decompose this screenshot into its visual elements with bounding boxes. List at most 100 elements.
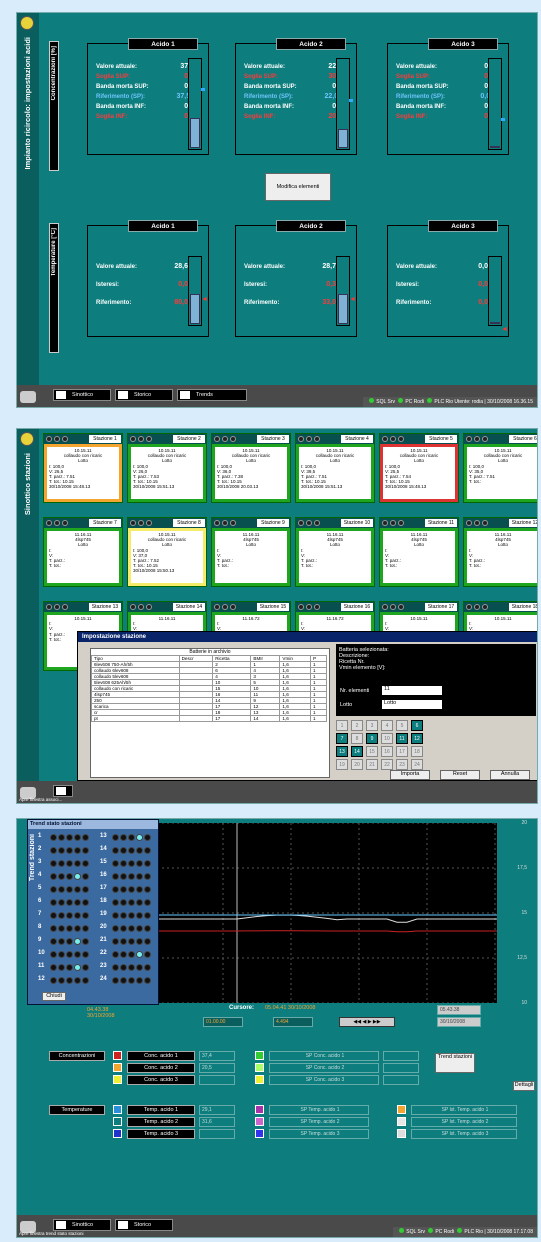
series-toggle-checkbox[interactable] <box>113 1129 122 1138</box>
element-number-button[interactable]: 4 <box>381 720 393 731</box>
element-number-button[interactable]: 9 <box>366 733 378 744</box>
station-card[interactable]: Stazione 8 10.15.11 collaudo con ricaric… <box>127 517 207 587</box>
sp-toggle-checkbox[interactable] <box>255 1075 264 1084</box>
element-number-button[interactable]: 7 <box>336 733 348 744</box>
station-card[interactable]: Stazione 10 11.16.11 4lsp745 Lotto I: V:… <box>295 517 375 587</box>
sp-toggle-checkbox[interactable] <box>255 1129 264 1138</box>
element-number-button[interactable]: 13 <box>336 746 348 757</box>
trend-station-row[interactable]: 5 <box>38 884 96 895</box>
element-number-button[interactable]: 2 <box>351 720 363 731</box>
element-number-button[interactable]: 24 <box>411 759 423 770</box>
battery-table[interactable]: Tipo Descr Ricetta BMIr Vmin P 6lev608 750-Ah/… <box>91 655 328 722</box>
element-number-button[interactable]: 6 <box>411 720 423 731</box>
trend-station-row[interactable]: 6 <box>38 897 96 908</box>
chiudi-button[interactable]: Chiudi <box>42 992 66 1001</box>
trend-station-row[interactable]: 22 <box>100 949 158 960</box>
station-card[interactable]: Stazione 4 10.15.11 collaudo con ricaric… <box>295 433 375 503</box>
element-number-button[interactable]: 3 <box>366 720 378 731</box>
sp-toggle-checkbox[interactable] <box>255 1105 264 1114</box>
zoom-field[interactable]: 4.494 <box>273 1017 313 1027</box>
lotto-input[interactable]: Lotto <box>382 700 442 709</box>
station-name[interactable]: Stazione 1 <box>89 435 121 443</box>
station-card[interactable]: Stazione 2 10.15.11 collaudo con ricaric… <box>127 433 207 503</box>
trend-station-row[interactable]: 4 <box>38 871 96 882</box>
element-number-button[interactable]: 16 <box>381 746 393 757</box>
station-name[interactable]: Stazione 9 <box>257 519 289 527</box>
station-name[interactable]: Stazione 16 <box>341 603 373 611</box>
playback-controls[interactable]: ◀◀ ◀ ▶ ▶▶ <box>339 1017 395 1027</box>
sp-ist-toggle-checkbox[interactable] <box>397 1117 406 1126</box>
car-icon[interactable] <box>20 391 36 403</box>
sp-ist-toggle-checkbox[interactable] <box>397 1129 406 1138</box>
trend-station-row[interactable]: 12 <box>38 975 96 986</box>
table-row[interactable]: pt 17 14 1,6 1 <box>91 715 328 722</box>
interval-field[interactable]: 01.00.00 <box>203 1017 243 1027</box>
trend-station-row[interactable]: 8 <box>38 923 96 934</box>
station-card[interactable]: Stazione 12 11.16.11 4lsp745 Lotto I: V:… <box>463 517 537 587</box>
station-name[interactable]: Stazione 13 <box>89 603 121 611</box>
element-number-button[interactable]: 15 <box>366 746 378 757</box>
trend-station-row[interactable]: 23 <box>100 962 158 973</box>
station-card[interactable]: Stazione 3 10.15.11 collaudo con ricaric… <box>211 433 291 503</box>
series-toggle-checkbox[interactable] <box>113 1051 122 1060</box>
trend-station-row[interactable]: 19 <box>100 910 158 921</box>
trend-stazioni-button[interactable]: Trend stazioni <box>435 1053 475 1073</box>
trend-station-row[interactable]: 17 <box>100 884 158 895</box>
importa-button[interactable]: Importa <box>390 770 430 780</box>
dettagli-button[interactable]: Dettagli <box>513 1081 535 1091</box>
annulla-button[interactable]: Annulla <box>490 770 530 780</box>
tab-sinottico[interactable]: Sinottico <box>53 389 111 401</box>
station-name[interactable]: Stazione 5 <box>425 435 457 443</box>
sp-toggle-checkbox[interactable] <box>255 1063 264 1072</box>
tab-trends[interactable]: Trends <box>177 389 247 401</box>
station-card[interactable]: Stazione 5 10.15.11 collaudo con ricaric… <box>379 433 459 503</box>
trend-station-row[interactable]: 2 <box>38 845 96 856</box>
element-number-button[interactable]: 22 <box>381 759 393 770</box>
station-name[interactable]: Stazione 12 <box>509 519 537 527</box>
trend-station-row[interactable]: 20 <box>100 923 158 934</box>
station-name[interactable]: Stazione 11 <box>425 519 457 527</box>
element-number-button[interactable]: 23 <box>396 759 408 770</box>
trend-station-row[interactable]: 14 <box>100 845 158 856</box>
trend-station-row[interactable]: 18 <box>100 897 158 908</box>
element-number-button[interactable]: 19 <box>336 759 348 770</box>
element-number-button[interactable]: 8 <box>351 733 363 744</box>
element-number-button[interactable]: 5 <box>396 720 408 731</box>
tab-sinottico[interactable]: Sinottico <box>53 1219 111 1231</box>
station-name[interactable]: Stazione 7 <box>89 519 121 527</box>
element-number-button[interactable]: 11 <box>396 733 408 744</box>
trend-station-row[interactable]: 11 <box>38 962 96 973</box>
element-number-button[interactable]: 10 <box>381 733 393 744</box>
element-number-button[interactable]: 14 <box>351 746 363 757</box>
tab-storico[interactable]: Storico <box>115 1219 173 1231</box>
series-toggle-checkbox[interactable] <box>113 1117 122 1126</box>
series-toggle-checkbox[interactable] <box>113 1105 122 1114</box>
trend-station-row[interactable]: 3 <box>38 858 96 869</box>
sp-ist-toggle-checkbox[interactable] <box>397 1105 406 1114</box>
station-name[interactable]: Stazione 17 <box>425 603 457 611</box>
station-name[interactable]: Stazione 2 <box>173 435 205 443</box>
reset-button[interactable]: Reset <box>440 770 480 780</box>
station-card[interactable]: Stazione 11 11.16.11 4lsp745 Lotto I: V:… <box>379 517 459 587</box>
end-date[interactable]: 30/10/2008 <box>437 1017 481 1027</box>
element-number-button[interactable]: 17 <box>396 746 408 757</box>
element-number-button[interactable]: 1 <box>336 720 348 731</box>
trend-station-row[interactable]: 10 <box>38 949 96 960</box>
station-name[interactable]: Stazione 14 <box>173 603 205 611</box>
trend-station-row[interactable]: 13 <box>100 832 158 843</box>
trend-station-row[interactable]: 16 <box>100 871 158 882</box>
element-number-button[interactable]: 21 <box>366 759 378 770</box>
trend-station-row[interactable]: 7 <box>38 910 96 921</box>
tab-storico[interactable]: Storico <box>115 389 173 401</box>
element-number-button[interactable]: 18 <box>411 746 423 757</box>
sp-toggle-checkbox[interactable] <box>255 1051 264 1060</box>
series-toggle-checkbox[interactable] <box>113 1075 122 1084</box>
element-number-button[interactable]: 20 <box>351 759 363 770</box>
station-name[interactable]: Stazione 18 <box>509 603 537 611</box>
trend-station-row[interactable]: 1 <box>38 832 96 843</box>
station-card[interactable]: Stazione 6 10.15.11 collaudo con ricaric… <box>463 433 537 503</box>
trend-station-row[interactable]: 15 <box>100 858 158 869</box>
station-name[interactable]: Stazione 10 <box>341 519 373 527</box>
station-card[interactable]: Stazione 9 11.16.11 4lsp745 Lotto I: V: … <box>211 517 291 587</box>
element-number-button[interactable]: 12 <box>411 733 423 744</box>
